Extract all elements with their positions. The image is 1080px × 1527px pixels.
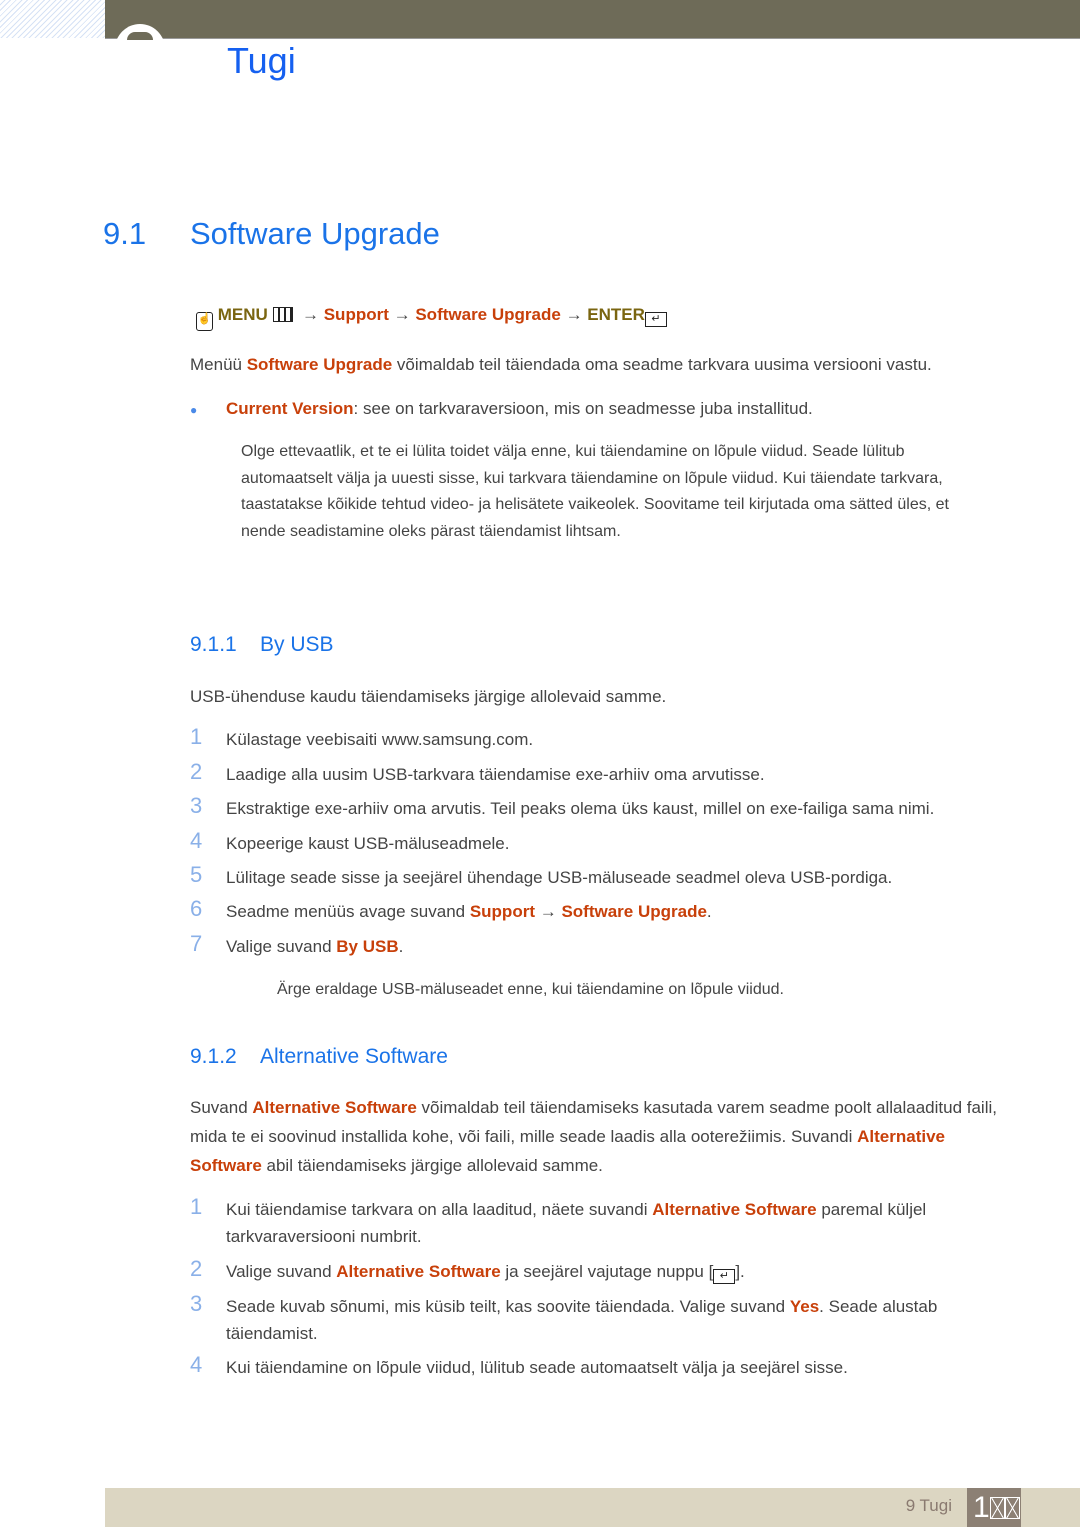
step-number: 4	[190, 827, 203, 853]
subsection-number: 9.1.1	[190, 633, 237, 656]
enter-icon: ↵	[713, 1269, 736, 1284]
alt-step-4: Kui täiendamine on lõpule viidud, lülitu…	[226, 1358, 848, 1377]
usb-step: Lülitage seade sisse ja seejärel ühendag…	[226, 868, 893, 887]
chapter-title: Tugi	[227, 40, 296, 81]
subsection-title: Alternative Software	[260, 1045, 448, 1068]
alt-step-2: Valige suvand Alternative Software ja se…	[226, 1262, 745, 1284]
step-number: 2	[190, 758, 203, 784]
usb-step-7: Valige suvand By USB.	[226, 937, 404, 956]
subsection-number: 9.1.2	[190, 1045, 237, 1068]
remote-hand-icon: ☝	[196, 312, 213, 331]
usb-step-6: Seadme menüüs avage suvand Support → Sof…	[226, 902, 712, 921]
subsection-title: By USB	[260, 633, 334, 656]
footer: 9 Tugi 1	[105, 1488, 1080, 1527]
enter-icon: ↵	[644, 312, 667, 327]
chapter-icon	[115, 24, 165, 74]
usb-step: Külastage veebisaiti www.samsung.com.	[226, 730, 534, 749]
usb-intro: USB-ühenduse kaudu täiendamiseks järgige…	[190, 687, 667, 706]
header-bar	[105, 0, 1080, 39]
usb-step: Laadige alla uusim USB-tarkvara täiendam…	[226, 764, 765, 784]
section-number: 9.1	[103, 216, 147, 251]
alt-step-3: Seade kuvab sõnumi, mis küsib teilt, kas…	[226, 1297, 938, 1343]
header-hatch	[0, 0, 105, 38]
step-number: 1	[190, 724, 203, 749]
footer-chapter: 9 Tugi	[905, 1496, 952, 1515]
menu-icon	[272, 307, 293, 322]
step-number: 5	[190, 862, 203, 887]
page-number: 1	[967, 1488, 1021, 1527]
alt-intro: Suvand Alternative Software võimaldab te…	[190, 1098, 997, 1175]
usb-step: Kopeerige kaust USB-mäluseadmele.	[226, 833, 510, 853]
usb-note: Ärge eraldage USB-mäluseadet enne, kui t…	[277, 981, 784, 998]
menu-path: ☝ MENU → Support → Software Upgrade → EN…	[196, 300, 1006, 331]
section-title: Software Upgrade	[190, 216, 440, 251]
intro-text: Menüü Software Upgrade võimaldab teil tä…	[190, 355, 932, 374]
bullet-icon: ●	[190, 403, 198, 417]
note-warning: Olge ettevaatlik, et te ei lülita toidet…	[241, 443, 949, 540]
alt-step-1: Kui täiendamise tarkvara on alla laaditu…	[226, 1200, 927, 1246]
step-number: 3	[190, 793, 203, 818]
bullet-current-version: ● Current Version: see on tarkvaraversioo…	[190, 399, 813, 418]
usb-step: Ekstraktige exe-arhiiv oma arvutis. Teil…	[226, 799, 935, 818]
